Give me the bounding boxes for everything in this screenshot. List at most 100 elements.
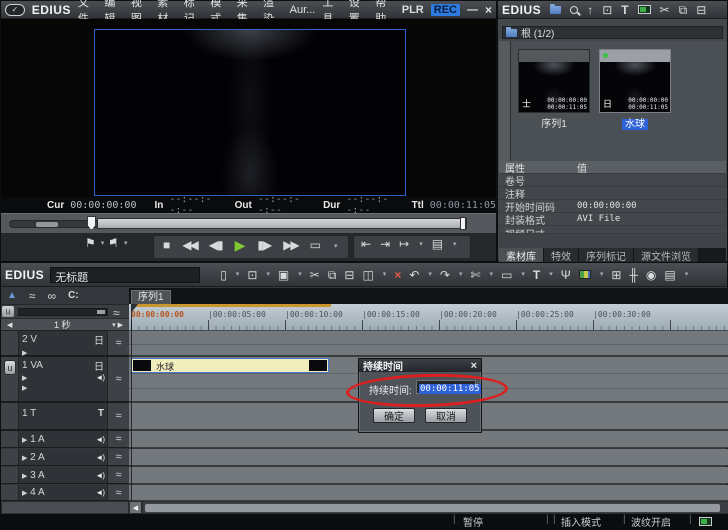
track-3a-expand-icon[interactable]: ▶ (22, 473, 27, 480)
up-folder-icon[interactable]: ↑ (587, 4, 593, 16)
bin-tree-strip[interactable] (499, 41, 511, 161)
bin-clip-label-sequence1[interactable]: 序列1 (541, 119, 567, 130)
track-header-2v[interactable]: 2 V日 ▶ ≈ (1, 331, 129, 357)
loop-playback-button[interactable]: ▭ (310, 239, 321, 251)
timeline-playhead-line[interactable] (131, 304, 132, 501)
folder-icon[interactable] (550, 6, 561, 14)
razor-dropdown-icon[interactable]: ▾ (490, 269, 494, 280)
set-in-point-icon[interactable]: ⚑ (85, 237, 96, 249)
colorbars-icon[interactable] (579, 270, 591, 279)
track-1t-curve-icon[interactable]: ≈ (115, 410, 121, 422)
timeline-scale-selector[interactable]: ◀ 1 秒 ▾▶ (1, 318, 129, 331)
tab-source-browser[interactable]: 源文件浏览 (634, 248, 699, 262)
storyboard-icon[interactable]: ◫ (362, 269, 373, 281)
status-insert-mode[interactable]: 插入模式 (561, 514, 601, 529)
copy-icon[interactable]: ⧉ (679, 4, 688, 16)
speaker-icon[interactable]: ◄) (95, 471, 104, 480)
track-1a-select-strip[interactable] (1, 431, 19, 447)
fast-forward-button[interactable]: ▶▶ (283, 239, 297, 251)
insert-to-timeline-button[interactable]: ↦ (399, 238, 409, 250)
track-2v-select-strip[interactable] (1, 331, 19, 355)
track-2a-select-strip[interactable] (1, 449, 19, 465)
scale-next-icon[interactable]: ▶ (118, 321, 123, 329)
track-header-1t[interactable]: 1 TT ≈ (1, 403, 129, 431)
add-to-timeline-icon[interactable]: ⊡ (247, 269, 257, 281)
timeline-ruler[interactable]: 00:00:00:00 |00:00:05:00 |00:00:10:00 |0… (129, 304, 728, 331)
track-2a-expand-icon[interactable]: ▶ (22, 455, 27, 462)
close-button[interactable]: × (485, 3, 492, 17)
stop-button[interactable]: ■ (163, 239, 170, 251)
status-monitor-icon[interactable] (699, 517, 712, 526)
sequence-tab[interactable]: 序列1 (131, 290, 171, 304)
timeline-playhead-flag[interactable] (131, 304, 138, 313)
redo-dropdown-icon[interactable]: ▾ (459, 269, 463, 280)
zoom-fit-button[interactable]: u (2, 306, 14, 317)
position-bar-end[interactable] (460, 217, 466, 230)
speaker-icon[interactable]: ◄) (95, 435, 104, 444)
track-1va-expand-icon[interactable]: ▶ (22, 374, 27, 382)
scroll-left-button[interactable]: ◀ (129, 501, 142, 514)
track-2v-expand-icon[interactable]: ▶ (22, 350, 27, 357)
track-lane-3a[interactable] (129, 467, 728, 484)
search-icon[interactable] (570, 6, 578, 14)
jump-to-in-button[interactable]: ⇤ (361, 238, 371, 250)
plr-button[interactable]: PLR (402, 4, 424, 16)
prev-frame-button[interactable]: ◀▮ (209, 239, 223, 251)
storyboard-dropdown-icon[interactable]: ▾ (383, 269, 387, 280)
timeline-paste-icon[interactable]: ⊟ (344, 269, 354, 281)
ripple-delete-icon[interactable]: × (394, 269, 401, 281)
timeline-cut-icon[interactable]: ✂ (310, 269, 320, 281)
rec-button[interactable]: REC (431, 4, 460, 16)
track-header-1a[interactable]: ▶ 1 A◄) ≈ (1, 431, 129, 448)
paste-icon[interactable]: ⊟ (696, 4, 706, 16)
layout-dropdown-icon[interactable]: ▾ (685, 269, 689, 280)
track-2v-curve-icon[interactable]: ≈ (115, 337, 121, 349)
shuttle-handle[interactable] (36, 222, 58, 227)
color-correction-icon[interactable]: ◉ (646, 269, 656, 281)
add-dropdown-icon[interactable]: ▾ (266, 269, 270, 280)
duration-dialog-titlebar[interactable]: 持续时间 × (359, 359, 481, 372)
rewind-button[interactable]: ◀◀ (182, 239, 196, 251)
save-project-icon[interactable]: ▣ (278, 269, 289, 281)
track-lane-1a[interactable] (129, 431, 728, 448)
menu-item-aur[interactable]: Aur... (290, 4, 316, 16)
export-button[interactable]: ▤ (432, 238, 443, 250)
set-out-point-icon[interactable]: ⚑ (108, 237, 119, 249)
track-header-4a[interactable]: ▶ 4 A◄) ≈ (1, 485, 129, 501)
scale-prev-icon[interactable]: ◀ (7, 321, 12, 329)
track-4a-select-strip[interactable] (1, 485, 19, 500)
cut-icon[interactable]: ✂ (660, 4, 670, 16)
track-1va-select-strip[interactable]: u (1, 357, 19, 401)
curve-mode-icon[interactable]: ≈ (29, 290, 36, 302)
speaker-icon[interactable]: ◄) (95, 488, 104, 497)
insert-dropdown-icon[interactable]: ▾ (419, 239, 423, 250)
project-title-field[interactable]: 无标题 (50, 267, 200, 283)
bin-clip-label-shuiqiu[interactable]: 水球 (622, 119, 648, 130)
timeline-clip-shuiqiu[interactable]: 水球 (131, 358, 329, 373)
timeline-scrollbar-thumb[interactable] (145, 504, 720, 512)
position-bar[interactable] (97, 218, 467, 229)
speaker-icon[interactable]: ◄) (95, 453, 104, 462)
track-2a-curve-icon[interactable]: ≈ (115, 451, 121, 463)
ok-button[interactable]: 确定 (373, 408, 415, 423)
titler-dropdown-icon[interactable]: ▾ (549, 269, 553, 280)
track-1a-expand-icon[interactable]: ▶ (22, 437, 27, 444)
monitor-icon[interactable] (638, 5, 651, 14)
track-header-2a[interactable]: ▶ 2 A◄) ≈ (1, 449, 129, 466)
track-4a-expand-icon[interactable]: ▶ (22, 490, 27, 497)
track-header-3a[interactable]: ▶ 3 A◄) ≈ (1, 467, 129, 484)
sync-mode-icon[interactable]: ∞ (48, 290, 57, 302)
razor-icon[interactable]: ✄ (470, 269, 480, 281)
track-1va-sync-button[interactable]: u (4, 360, 16, 375)
export-dropdown-icon[interactable]: ▾ (453, 239, 457, 250)
duration-input[interactable]: 00:00:11:05 (416, 380, 476, 394)
redo-icon[interactable]: ↷ (440, 269, 450, 281)
audio-mixer-icon[interactable]: ╫ (629, 269, 638, 281)
track-1va-expand2-icon[interactable]: ▶ (22, 385, 27, 392)
cancel-button[interactable]: 取消 (425, 408, 467, 423)
voiceover-mic-icon[interactable]: Ψ (561, 269, 571, 281)
create-title-icon[interactable]: T (621, 4, 628, 16)
multicam-grid-icon[interactable]: ⊞ (611, 269, 621, 281)
speaker-icon[interactable]: ◄) (95, 373, 104, 382)
mode-select-icon[interactable]: ▲ (7, 291, 17, 301)
